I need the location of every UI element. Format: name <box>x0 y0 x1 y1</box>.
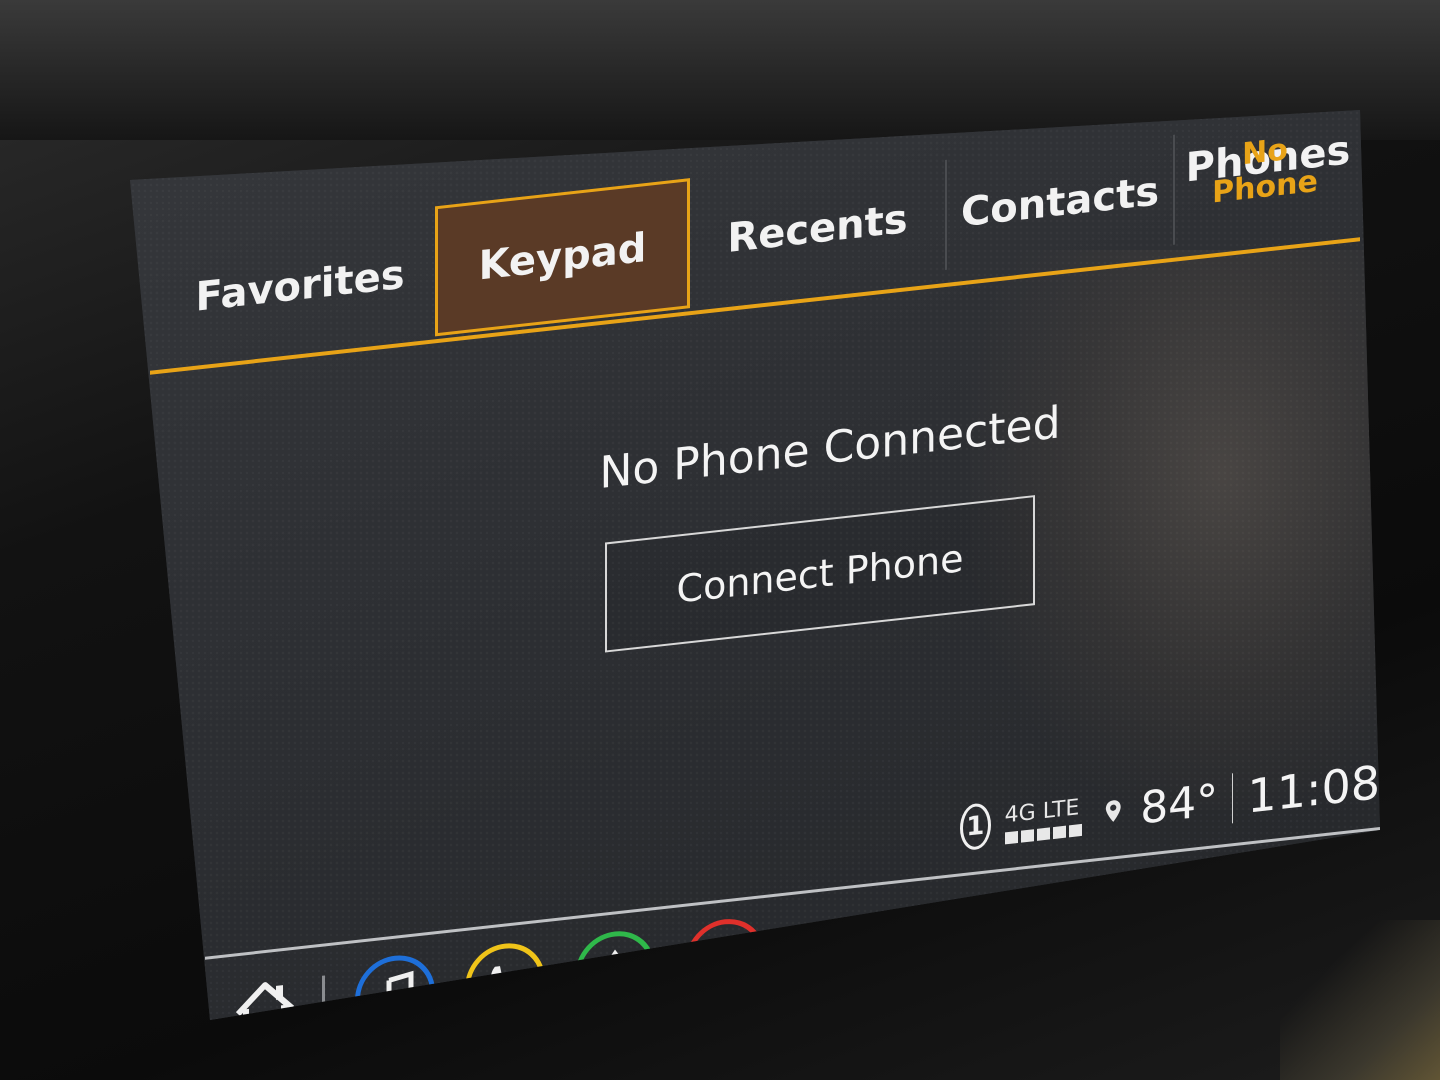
clock: 11:08 <box>1247 754 1380 824</box>
status-separator <box>1232 773 1234 824</box>
tab-divider <box>1173 134 1175 245</box>
connect-phone-button[interactable]: Connect Phone <box>605 495 1035 653</box>
tab-favorites[interactable]: Favorites <box>170 207 430 366</box>
tab-contacts[interactable]: Contacts <box>950 125 1170 279</box>
tab-keypad-label: Keypad <box>478 224 647 290</box>
user-profile-badge[interactable]: 1 <box>960 801 991 852</box>
tab-keypad[interactable]: Keypad <box>435 178 690 337</box>
no-phone-message: No Phone Connected <box>599 397 1061 500</box>
tab-contacts-label: Contacts <box>960 168 1160 237</box>
user-number: 1 <box>966 810 985 843</box>
network-label: 4G LTE <box>1004 794 1080 828</box>
bezel-glare <box>1280 920 1440 1080</box>
network-indicator: 4G LTE <box>1004 794 1082 844</box>
tab-recents-label: Recents <box>727 196 908 263</box>
outside-temperature: 84° <box>1140 774 1219 834</box>
tab-recents[interactable]: Recents <box>695 151 940 308</box>
tab-favorites-label: Favorites <box>195 251 405 321</box>
connect-phone-label: Connect Phone <box>676 535 964 612</box>
location-pin-icon <box>1105 800 1121 822</box>
tab-divider <box>945 159 947 271</box>
